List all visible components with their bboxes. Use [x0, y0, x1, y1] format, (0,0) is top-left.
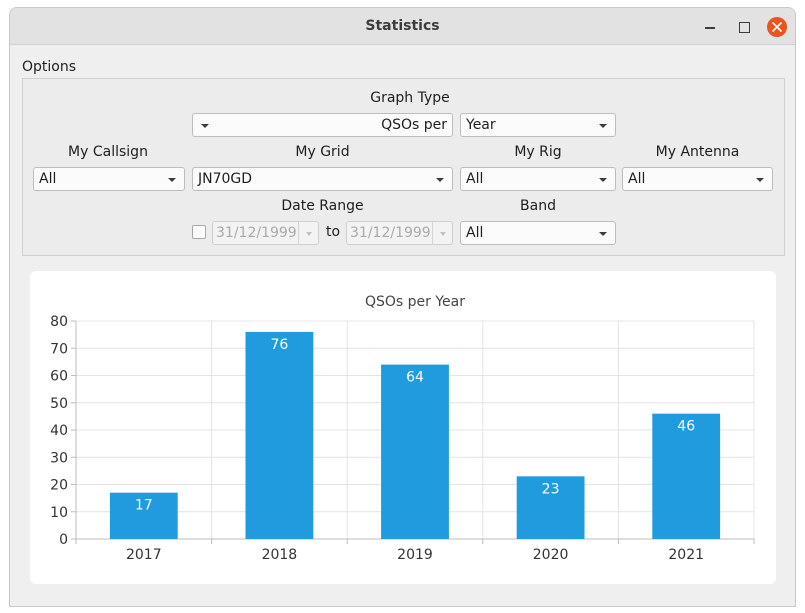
band-value: All — [466, 225, 484, 241]
date-range-to-label: to — [325, 224, 341, 240]
my-antenna-value: All — [628, 171, 646, 187]
data-label-2017: 17 — [135, 498, 153, 514]
chevron-down-icon — [599, 124, 607, 128]
chart-panel: QSOs per Year 0 10 20 30 40 50 60 70 80 17 2017 76 20… — [30, 271, 776, 584]
date-range-label: Date Range — [281, 198, 364, 214]
chevron-down-icon — [756, 178, 764, 182]
x-tick-label-2020: 2020 — [533, 547, 569, 563]
y-tick-label: 20 — [50, 478, 68, 494]
bar-2018 — [245, 331, 314, 539]
chevron-down-icon — [436, 178, 444, 182]
graph-period-value: Year — [466, 117, 496, 133]
data-label-2021: 46 — [677, 419, 695, 435]
chevron-down-icon — [201, 124, 209, 128]
x-tick-label-2017: 2017 — [126, 547, 162, 563]
chevron-down-icon — [440, 232, 446, 236]
bar-2019 — [381, 364, 449, 539]
my-rig-label: My Rig — [514, 144, 562, 160]
window-title: Statistics — [365, 18, 440, 34]
my-rig-value: All — [466, 171, 484, 187]
data-label-2018: 76 — [270, 337, 288, 353]
y-tick-label: 30 — [50, 450, 68, 466]
y-tick-label: 50 — [50, 396, 68, 412]
y-tick-label: 80 — [50, 314, 68, 330]
close-icon — [772, 22, 782, 32]
date-to-value: 31/12/1999 — [350, 225, 431, 241]
my-callsign-value: All — [39, 171, 57, 187]
my-callsign-label: My Callsign — [68, 144, 148, 160]
data-label-2019: 64 — [406, 370, 424, 386]
chevron-down-icon — [168, 178, 176, 182]
graph-type-label: Graph Type — [370, 90, 450, 106]
y-tick-label: 60 — [50, 369, 68, 385]
maximize-button[interactable] — [734, 17, 754, 37]
date-from-value: 31/12/1999 — [216, 225, 297, 241]
x-tick-label-2021: 2021 — [668, 547, 704, 563]
date-from-field[interactable]: 31/12/1999 — [212, 221, 319, 245]
options-groupbox: Graph Type QSOs per Year My Callsign My … — [22, 78, 785, 256]
my-callsign-select[interactable]: All — [33, 167, 185, 191]
options-label: Options — [22, 59, 77, 75]
minimize-button[interactable] — [700, 17, 720, 37]
chevron-down-icon — [599, 178, 607, 182]
band-select[interactable]: All — [460, 221, 616, 245]
close-button[interactable] — [767, 17, 787, 37]
my-antenna-select[interactable]: All — [622, 167, 773, 191]
x-tick-label-2019: 2019 — [397, 547, 433, 563]
date-to-field[interactable]: 31/12/1999 — [346, 221, 453, 245]
my-grid-value: JN70GD — [198, 171, 253, 187]
data-label-2020: 23 — [542, 481, 560, 497]
graph-period-select[interactable]: Year — [460, 113, 616, 137]
title-bar: Statistics — [10, 8, 795, 45]
y-tick-label: 10 — [50, 505, 68, 521]
y-tick-label: 40 — [50, 423, 68, 439]
y-tick-label: 0 — [59, 532, 68, 548]
graph-type-value: QSOs per — [381, 117, 447, 133]
chevron-down-icon — [599, 232, 607, 236]
my-grid-select[interactable]: JN70GD — [192, 167, 453, 191]
statistics-window: Statistics Options Graph Type QSOs per Y… — [9, 7, 796, 607]
my-rig-select[interactable]: All — [460, 167, 616, 191]
chevron-down-icon — [306, 232, 312, 236]
y-tick-label: 70 — [50, 341, 68, 357]
chart-title: QSOs per Year — [365, 294, 465, 310]
my-grid-label: My Grid — [295, 144, 350, 160]
date-range-checkbox[interactable] — [192, 225, 206, 239]
band-label: Band — [520, 198, 556, 214]
my-antenna-label: My Antenna — [655, 144, 740, 160]
qsos-bar-chart: QSOs per Year 0 10 20 30 40 50 60 70 80 17 2017 76 20… — [50, 294, 755, 563]
graph-type-select[interactable]: QSOs per — [192, 113, 453, 137]
x-tick-label-2018: 2018 — [262, 547, 298, 563]
